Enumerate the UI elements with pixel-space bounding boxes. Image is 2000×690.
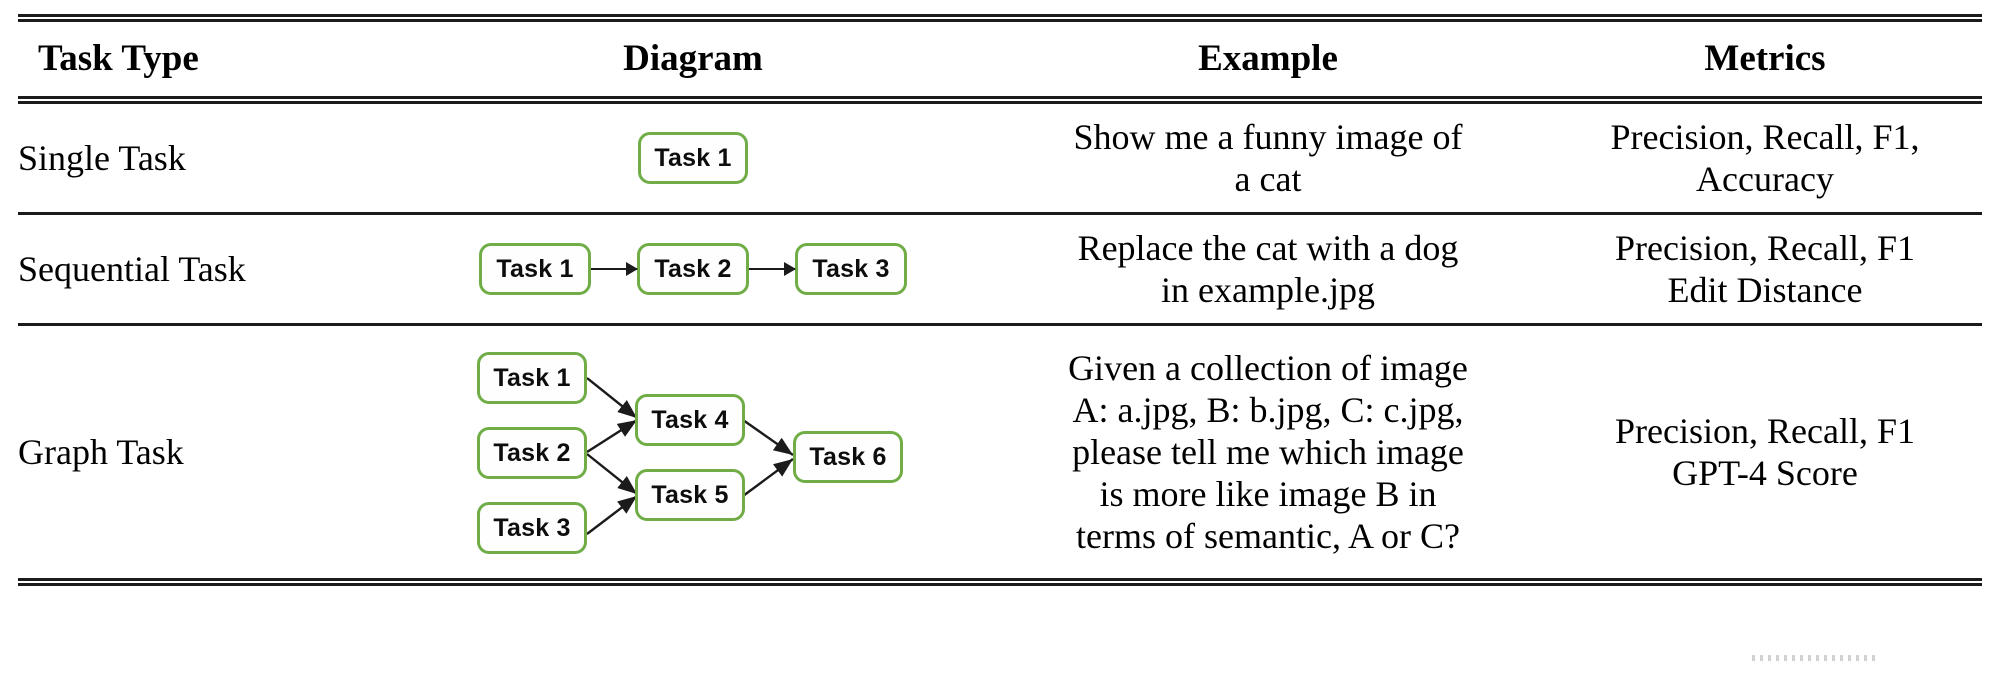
header-separator-rule: [18, 96, 1982, 104]
header-separator-rule-row: [18, 96, 1982, 104]
task-node-g6[interactable]: Task 6: [793, 431, 903, 483]
example-line: in example.jpg: [1161, 270, 1375, 310]
table-top-rule-row: [18, 14, 1982, 22]
example-line: terms of semantic, A or C?: [1076, 516, 1460, 557]
sequential-chain: Task 1 Task 2 Task 3: [479, 242, 907, 296]
metrics-line: Edit Distance: [1667, 270, 1863, 310]
example-line: Given a collection of image: [1068, 347, 1468, 388]
edge-g2-to-g5: [586, 453, 638, 495]
table-top-rule: [18, 14, 1982, 22]
example-text-single: Show me a funny image of a cat: [988, 116, 1548, 200]
scan-artifact: [1752, 655, 1877, 661]
column-header-example: Example: [1198, 37, 1338, 79]
metrics-text-graph: Precision, Recall, F1 GPT-4 Score: [1548, 410, 1982, 494]
table-header-row: Task Type Diagram Example Metrics: [18, 22, 1982, 96]
table-bottom-rule-row: [18, 578, 1982, 586]
metrics-line: Precision, Recall, F1,: [1610, 116, 1920, 157]
row-diagram-single: Task 1: [398, 104, 988, 212]
task-node-t1[interactable]: Task 1: [479, 243, 591, 295]
example-line: Show me a funny image of: [1073, 116, 1463, 157]
arrow-t2-to-t3-icon: [749, 262, 796, 276]
metrics-line: GPT-4 Score: [1672, 453, 1858, 493]
task-type-table: Task Type Diagram Example Metrics Single…: [18, 14, 1982, 586]
task-node-g3[interactable]: Task 3: [477, 502, 587, 554]
arrow-t1-to-t2-icon: [591, 262, 638, 276]
row-metrics-single: Precision, Recall, F1, Accuracy: [1548, 104, 1982, 212]
example-line: a cat: [1234, 159, 1302, 199]
task-node-g2[interactable]: Task 2: [477, 427, 587, 479]
example-line: A: a.jpg, B: b.jpg, C: c.jpg,: [1072, 389, 1464, 430]
task-node-g5[interactable]: Task 5: [635, 469, 745, 521]
task-node-t2[interactable]: Task 2: [637, 243, 749, 295]
table-row: Sequential Task Task 1 Task 2 Task 3 Rep…: [18, 215, 1982, 323]
task-node-g1[interactable]: Task 1: [477, 352, 587, 404]
row-metrics-sequential: Precision, Recall, F1 Edit Distance: [1548, 215, 1982, 323]
row-example-graph: Given a collection of image A: a.jpg, B:…: [988, 326, 1548, 578]
table-bottom-rule: [18, 578, 1982, 586]
task-node-g4[interactable]: Task 4: [635, 394, 745, 446]
edge-g3-to-g5: [586, 495, 638, 535]
metrics-text-sequential: Precision, Recall, F1 Edit Distance: [1548, 227, 1982, 311]
row-task-type-sequential: Sequential Task: [18, 248, 246, 289]
edge-g1-to-g4: [586, 377, 638, 419]
edge-g4-to-g6: [742, 419, 794, 456]
table-row: Single Task Task 1 Show me a funny image…: [18, 104, 1982, 212]
table-figure: Task Type Diagram Example Metrics Single…: [0, 0, 2000, 690]
row-diagram-graph: Task 1 Task 2 Task 3 Task 4 Task 5 Task …: [398, 326, 988, 578]
metrics-text-single: Precision, Recall, F1, Accuracy: [1548, 116, 1982, 200]
task-node-t1[interactable]: Task 1: [638, 132, 748, 184]
example-line: please tell me which image: [1072, 431, 1464, 472]
example-text-sequential: Replace the cat with a dog in example.jp…: [988, 227, 1548, 311]
metrics-line: Precision, Recall, F1: [1615, 227, 1915, 268]
metrics-line: Precision, Recall, F1: [1615, 410, 1915, 451]
example-text-graph: Given a collection of image A: a.jpg, B:…: [988, 347, 1548, 558]
column-header-task-type: Task Type: [38, 37, 199, 79]
row-metrics-graph: Precision, Recall, F1 GPT-4 Score: [1548, 326, 1982, 578]
edge-g2-to-g4: [586, 418, 638, 454]
row-example-sequential: Replace the cat with a dog in example.jp…: [988, 215, 1548, 323]
graph-canvas: Task 1 Task 2 Task 3 Task 4 Task 5 Task …: [475, 338, 911, 566]
edge-g5-to-g6: [742, 458, 794, 497]
diagram-graph-task: Task 1 Task 2 Task 3 Task 4 Task 5 Task …: [398, 332, 988, 572]
row-task-type-single: Single Task: [18, 137, 186, 178]
diagram-sequential-task: Task 1 Task 2 Task 3: [398, 221, 988, 317]
example-line: is more like image B in: [1099, 474, 1437, 515]
row-task-type-graph: Graph Task: [18, 431, 184, 472]
example-line: Replace the cat with a dog: [1077, 227, 1459, 268]
row-example-single: Show me a funny image of a cat: [988, 104, 1548, 212]
column-header-diagram: Diagram: [623, 37, 763, 79]
diagram-single-task: Task 1: [398, 110, 988, 206]
metrics-line: Accuracy: [1696, 159, 1834, 199]
column-header-metrics: Metrics: [1704, 37, 1826, 79]
row-diagram-sequential: Task 1 Task 2 Task 3: [398, 215, 988, 323]
table-row: Graph Task Task 1 Task 2 Task 3 Task 4 T…: [18, 326, 1982, 578]
task-node-t3[interactable]: Task 3: [795, 243, 907, 295]
